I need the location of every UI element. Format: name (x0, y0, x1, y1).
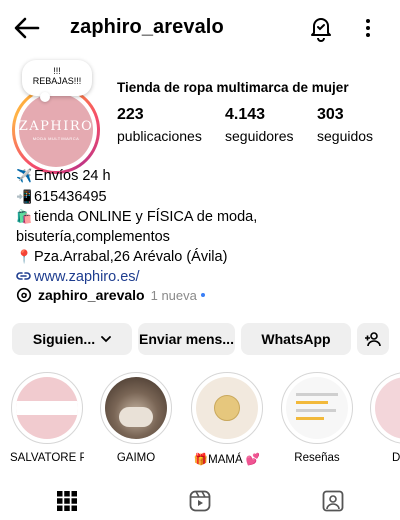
highlight-mama[interactable]: 🎁MAMÁ 💕 (190, 372, 264, 466)
add-person-icon (365, 332, 381, 347)
following-label: seguidos (317, 128, 374, 144)
threads-badge[interactable]: zaphiro_arevalo 1 nueva (16, 285, 205, 305)
zaphiro-logo: ZAPHIRO MODA MULTIMARCA (19, 93, 93, 167)
logo-text: ZAPHIRO (18, 119, 94, 134)
highlight-cover (375, 377, 400, 439)
posts-count: 223 (117, 106, 144, 123)
airplane-icon: ✈️ (16, 168, 33, 183)
posts-stat[interactable]: 223 publicaciones (117, 106, 202, 144)
highlight-label: 🎁MAMÁ 💕 (193, 454, 261, 466)
highlight-label: SALVATORE P... (10, 452, 84, 464)
following-count: 303 (317, 106, 344, 123)
highlight-label: D (392, 452, 400, 464)
highlight-resenas[interactable]: Reseñas (280, 372, 354, 464)
profile-category: Tienda de ropa multimarca de mujer (117, 80, 349, 95)
whatsapp-label: WhatsApp (261, 331, 331, 347)
highlight-cover (196, 377, 258, 439)
new-indicator-dot (200, 293, 205, 297)
posts-label: publicaciones (117, 128, 202, 144)
highlight-label: GAIMO (116, 452, 156, 464)
profile-avatar[interactable]: ZAPHIRO MODA MULTIMARCA (12, 86, 100, 174)
followers-stat[interactable]: 4.143 seguidores (225, 106, 294, 144)
highlight-ring (370, 372, 400, 444)
following-button[interactable]: Siguien... (12, 323, 132, 355)
note-text: !!! REBAJAS!!! (32, 66, 82, 86)
highlight-ring (191, 372, 263, 444)
highlight-partial[interactable]: D (370, 372, 400, 464)
profile-username: zaphiro_arevalo (70, 16, 224, 38)
send-message-label: Enviar mens... (139, 331, 234, 347)
top-bar: zaphiro_arevalo (0, 0, 400, 56)
bio-line-phone: 📲 615436495 (16, 188, 107, 205)
back-arrow-icon[interactable] (12, 14, 42, 42)
bio-line-products: bisutería,complementos (16, 228, 170, 245)
threads-new-count: 1 nueva (150, 287, 197, 303)
highlight-salvatore[interactable]: SALVATORE P... (10, 372, 84, 464)
profile-tab-bar (0, 476, 400, 520)
threads-username: zaphiro_arevalo (38, 287, 145, 303)
highlight-cover (105, 377, 167, 439)
following-stat[interactable]: 303 seguidos (317, 106, 373, 144)
reels-icon[interactable] (189, 490, 211, 512)
avatar-border: ZAPHIRO MODA MULTIMARCA (15, 89, 97, 171)
profile-note-bubble[interactable]: !!! REBAJAS!!! (22, 60, 92, 102)
highlight-cover (16, 377, 78, 439)
bio-line-shipping: ✈️ Envíos 24 h (16, 168, 111, 184)
logo-subtext: MODA MULTIMARCA (32, 136, 80, 141)
phone-icon: 📲 (16, 188, 33, 204)
highlight-label: Reseñas (294, 452, 340, 464)
followers-count: 4.143 (225, 106, 266, 123)
link-icon (16, 271, 31, 280)
more-options-icon[interactable] (356, 14, 380, 42)
following-label: Siguien... (32, 331, 96, 347)
send-message-button[interactable]: Enviar mens... (138, 323, 235, 355)
highlight-ring (100, 372, 172, 444)
grid-icon[interactable] (56, 490, 78, 512)
add-person-button[interactable] (357, 323, 389, 355)
shopping-bags-icon: 🛍️ (16, 209, 33, 224)
highlight-cover (286, 377, 348, 439)
whatsapp-button[interactable]: WhatsApp (241, 323, 351, 355)
chevron-down-icon (101, 335, 112, 342)
highlight-gaimo[interactable]: GAIMO (99, 372, 173, 464)
followers-label: seguidores (225, 128, 294, 144)
tagged-icon[interactable] (322, 490, 344, 512)
bio-line-store: 🛍️ tienda ONLINE y FÍSICA de moda, (16, 209, 258, 225)
bio-line-address: 📍 Pza.Arrabal,26 Arévalo (Ávila) (16, 249, 228, 265)
notification-bell-icon[interactable] (308, 14, 334, 42)
location-pin-icon: 📍 (16, 249, 33, 264)
highlight-ring (281, 372, 353, 444)
profile-bio: ✈️ Envíos 24 h 📲 615436495 🛍️ tienda ONLINE… (16, 166, 388, 287)
threads-icon (16, 287, 32, 303)
highlight-ring (11, 372, 83, 444)
